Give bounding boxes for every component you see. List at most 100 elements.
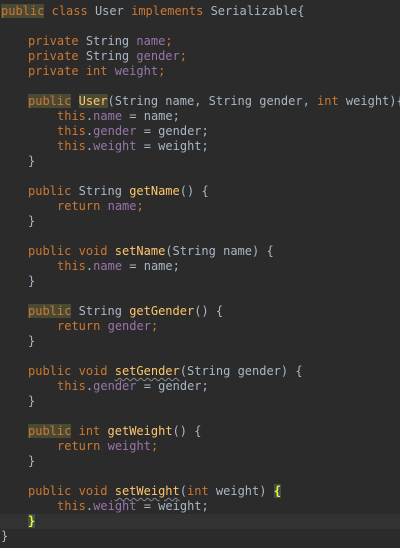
code-line-close-brace: } xyxy=(0,334,400,349)
field-ref: weight xyxy=(107,439,151,453)
assign-rest: = weight; xyxy=(136,499,209,513)
code-line-getweight-return: return weight; xyxy=(0,439,400,454)
keyword-void: void xyxy=(78,484,108,498)
keyword-void: void xyxy=(78,244,108,258)
close-brace: } xyxy=(28,274,36,288)
field-ref: gender xyxy=(93,124,137,138)
keyword-this: this xyxy=(57,499,86,513)
close-brace: } xyxy=(28,214,36,228)
assign-rest: = gender; xyxy=(136,379,209,393)
open-brace: { xyxy=(297,4,305,18)
code-line-setweight-sig: public void setWeight(int weight) { xyxy=(0,484,400,499)
type-name: String xyxy=(78,184,122,198)
assign-rest: = gender; xyxy=(136,124,209,138)
code-line-class-close-brace: } xyxy=(0,529,400,544)
type-name: int xyxy=(85,64,108,78)
code-line-getgender-return: return gender; xyxy=(0,319,400,334)
keyword-public: public xyxy=(28,364,72,378)
code-line-setgender-assign: this.gender = gender; xyxy=(0,379,400,394)
method-sig: () { xyxy=(194,304,224,318)
type-name: String xyxy=(85,34,130,48)
code-line-ctor-assign-weight: this.weight = weight; xyxy=(0,139,400,154)
code-line-close-brace: } xyxy=(0,454,400,469)
field-ref: name xyxy=(107,199,137,213)
keyword-public: public xyxy=(28,424,72,438)
code-line-field-weight: private int weight; xyxy=(0,64,400,79)
keyword-this: this xyxy=(57,139,86,153)
close-brace: } xyxy=(28,454,36,468)
field-ref: gender xyxy=(107,319,151,333)
keyword-this: this xyxy=(57,124,86,138)
close-brace: } xyxy=(1,529,9,543)
code-line-ctor-assign-gender: this.gender = gender; xyxy=(0,124,400,139)
field-ref: name xyxy=(93,259,123,273)
type-name: String xyxy=(78,304,122,318)
field-name: weight xyxy=(114,64,159,78)
class-name: User xyxy=(94,4,124,18)
method-sig: (String gender) { xyxy=(179,364,303,378)
code-line-close-brace: } xyxy=(0,274,400,289)
keyword-return: return xyxy=(57,439,101,453)
code-line-getname-sig: public String getName() { xyxy=(0,184,400,199)
constructor-name: User xyxy=(78,94,108,108)
keyword-return: return xyxy=(57,319,101,333)
code-line-close-brace: } xyxy=(0,214,400,229)
method-sig: weight) xyxy=(208,484,274,498)
keyword-private: private xyxy=(28,34,79,48)
method-name: setName xyxy=(114,244,166,258)
params: (String name, String gender, xyxy=(107,94,318,108)
field-name: gender xyxy=(136,49,180,63)
code-editor[interactable]: public class User implements Serializabl… xyxy=(0,0,400,548)
field-ref: weight xyxy=(93,139,137,153)
keyword-void: void xyxy=(78,364,108,378)
keyword-public: public xyxy=(1,4,45,18)
semicolon: ; xyxy=(165,34,173,48)
keyword-implements: implements xyxy=(131,4,204,18)
keyword-public: public xyxy=(28,244,72,258)
keyword-private: private xyxy=(28,64,79,78)
matched-open-brace: { xyxy=(273,484,281,498)
paren: ( xyxy=(179,484,187,498)
keyword-return: return xyxy=(57,199,101,213)
interface-name: Serializable xyxy=(210,4,298,18)
close-brace: } xyxy=(28,334,36,348)
code-line-getname-return: return name; xyxy=(0,199,400,214)
assign-rest: = weight; xyxy=(136,139,209,153)
code-line-setname-assign: this.name = name; xyxy=(0,259,400,274)
method-sig: () { xyxy=(179,184,209,198)
code-line-ctor-assign-name: this.name = name; xyxy=(0,109,400,124)
keyword-this: this xyxy=(57,259,86,273)
method-name: setWeight xyxy=(114,484,180,498)
code-line-class-decl: public class User implements Serializabl… xyxy=(0,4,400,19)
field-ref: name xyxy=(93,109,123,123)
code-line-getweight-sig: public int getWeight() { xyxy=(0,424,400,439)
code-line-close-brace: } xyxy=(0,154,400,169)
field-name: name xyxy=(136,34,166,48)
field-ref: gender xyxy=(93,379,137,393)
code-line-getgender-sig: public String getGender() { xyxy=(0,304,400,319)
close-brace: } xyxy=(28,394,36,408)
semicolon: ; xyxy=(158,64,166,78)
keyword-public: public xyxy=(28,184,72,198)
semicolon: ; xyxy=(179,49,187,63)
close-brace: } xyxy=(28,154,36,168)
code-line-close-brace: } xyxy=(0,394,400,409)
code-line-constructor: public User(String name, String gender, … xyxy=(0,94,400,109)
keyword-class: class xyxy=(51,4,88,18)
method-name: setGender xyxy=(114,364,180,378)
method-name: getGender xyxy=(129,304,195,318)
field-ref: weight xyxy=(93,499,137,513)
code-line-setgender-sig: public void setGender(String gender) { xyxy=(0,364,400,379)
code-line-setweight-assign: this.weight = weight; xyxy=(0,499,400,514)
type-name: String xyxy=(85,49,130,63)
method-name: getName xyxy=(129,184,180,198)
matched-close-brace: } xyxy=(28,514,36,528)
params: weight){ xyxy=(338,94,400,108)
method-name: getWeight xyxy=(107,424,173,438)
code-line-field-gender: private String gender; xyxy=(0,49,400,64)
code-line-field-name: private String name; xyxy=(0,34,400,49)
keyword-int: int xyxy=(187,484,209,498)
method-sig: () { xyxy=(172,424,202,438)
keyword-public: public xyxy=(28,484,72,498)
assign-rest: = name; xyxy=(122,259,180,273)
